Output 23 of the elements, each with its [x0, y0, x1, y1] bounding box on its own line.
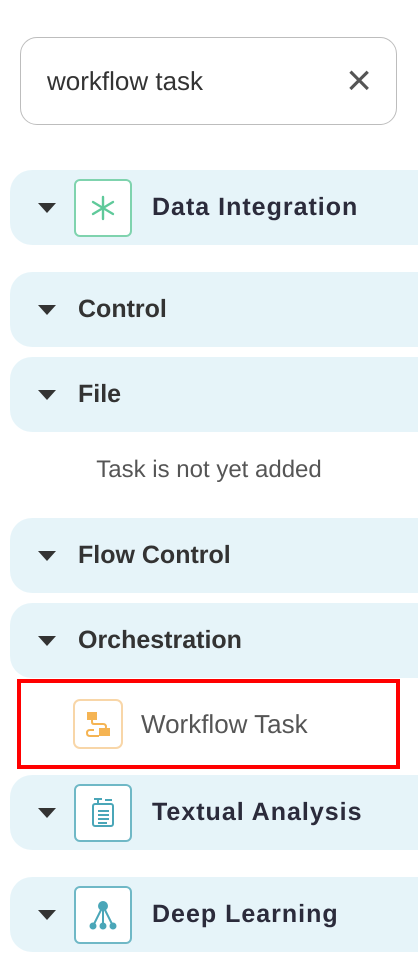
- category-header[interactable]: Deep Learning: [10, 877, 418, 952]
- close-icon[interactable]: ×: [346, 59, 372, 103]
- search-text: workflow task: [47, 66, 204, 96]
- category-label: Data Integration: [152, 193, 358, 222]
- category-label: File: [78, 380, 122, 409]
- category-header[interactable]: Textual Analysis: [10, 775, 418, 850]
- workflow-icon: [73, 699, 123, 749]
- document-icon: [74, 784, 132, 842]
- category-header[interactable]: Control: [10, 272, 418, 347]
- category-label: Deep Learning: [152, 900, 339, 929]
- network-icon: [74, 886, 132, 944]
- empty-message: Task is not yet added: [95, 455, 323, 485]
- category-label: Textual Analysis: [152, 798, 363, 827]
- category-header[interactable]: Data Integration: [10, 170, 418, 245]
- category-header[interactable]: File: [10, 357, 418, 432]
- search-field[interactable]: workflow task ×: [20, 37, 397, 125]
- category-header[interactable]: Flow Control: [10, 518, 418, 593]
- category-label: Flow Control: [78, 541, 231, 570]
- category-label: Control: [78, 295, 167, 324]
- asterisk-icon: [74, 178, 132, 236]
- task-item[interactable]: Workflow Task: [17, 679, 400, 769]
- category-header[interactable]: Orchestration: [10, 603, 418, 678]
- category-label: Orchestration: [78, 626, 242, 655]
